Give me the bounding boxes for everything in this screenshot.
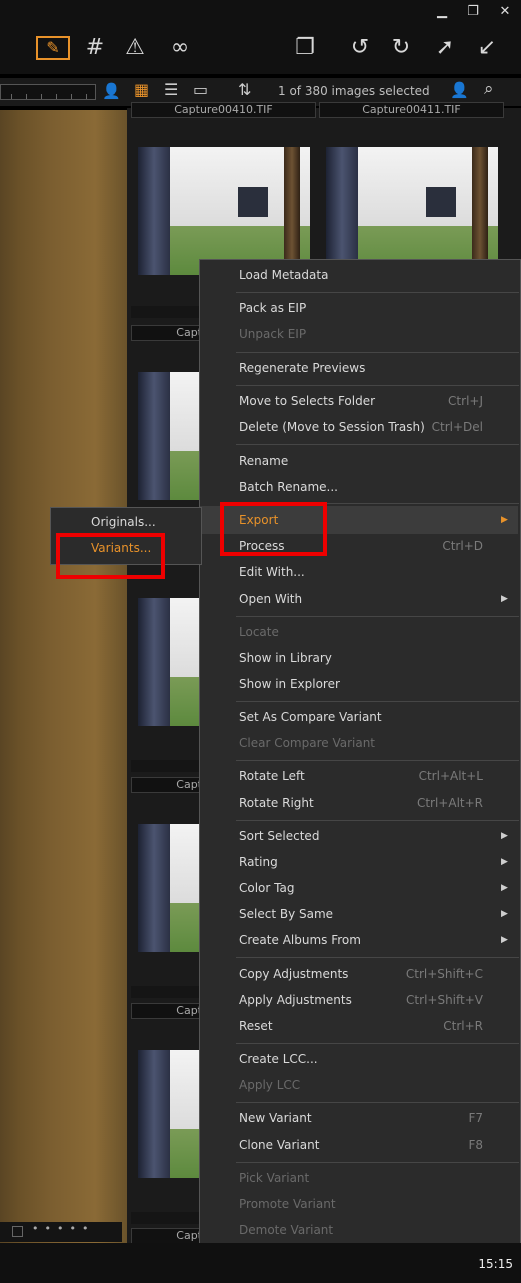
thumbnail-caption: Capture00411.TIF: [319, 102, 504, 118]
menu-item-move-selects[interactable]: Move to Selects Folder: [239, 394, 375, 408]
image-viewer[interactable]: [0, 110, 127, 1243]
menu-item-clone-variant[interactable]: Clone Variant: [239, 1138, 319, 1152]
menu-item-batch-rename[interactable]: Batch Rename...: [239, 480, 338, 494]
thumbnail-rating-bar: [131, 1212, 201, 1224]
menu-item-load-metadata[interactable]: Load Metadata: [239, 268, 328, 282]
thumbnail-rating-bar: [131, 306, 201, 318]
menu-item-rename[interactable]: Rename: [239, 454, 288, 468]
menu-item-select-by-same[interactable]: Select By Same: [239, 907, 333, 921]
zoom-slider[interactable]: [0, 84, 96, 100]
menu-item-apply-lcc: Apply LCC: [239, 1078, 301, 1092]
shortcut-reset: Ctrl+R: [443, 1019, 483, 1033]
menu-item-show-explorer[interactable]: Show in Explorer: [239, 677, 340, 691]
thumbnail-image[interactable]: [138, 598, 200, 726]
submenu-item-originals[interactable]: Originals...: [91, 515, 156, 529]
warning-icon[interactable]: ⚠: [120, 34, 150, 62]
thumbnail-image[interactable]: [138, 372, 200, 500]
collapse-icon[interactable]: ↙: [472, 34, 502, 62]
thumbnail-image[interactable]: [138, 824, 200, 952]
menu-item-unpack-eip: Unpack EIP: [239, 327, 307, 341]
viewer-rating-bar: •••••: [0, 1222, 122, 1242]
minimize-icon[interactable]: ▁: [432, 2, 452, 22]
shortcut-copy-adjustments: Ctrl+Shift+C: [405, 967, 483, 981]
close-icon[interactable]: ✕: [495, 2, 515, 22]
menu-item-show-library[interactable]: Show in Library: [239, 651, 332, 665]
variants-highlight-box: [56, 533, 165, 579]
glasses-icon[interactable]: ∞: [160, 34, 200, 62]
shortcut-rotate-right: Ctrl+Alt+R: [416, 796, 483, 810]
menu-item-open-with[interactable]: Open With: [239, 592, 302, 606]
export-highlight-box: [220, 502, 327, 556]
selection-count: 1 of 380 images selected: [278, 84, 430, 98]
taskbar-clock: 15:15: [478, 1257, 513, 1271]
thumbnail-image[interactable]: [326, 147, 498, 275]
thumbnail-caption: Capt: [131, 777, 203, 793]
edit-pencil-icon[interactable]: ✎: [36, 36, 70, 60]
menu-item-edit-with[interactable]: Edit With...: [239, 565, 305, 579]
shortcut-apply-adjustments: Ctrl+Shift+V: [406, 993, 483, 1007]
grid-view-icon[interactable]: ▦: [134, 80, 149, 99]
menu-item-pack-eip[interactable]: Pack as EIP: [239, 301, 306, 315]
menu-item-regenerate-previews[interactable]: Regenerate Previews: [239, 361, 365, 375]
sort-icon[interactable]: ⇅: [238, 80, 251, 99]
submenu-arrow-icon: ▶: [501, 594, 508, 604]
shortcut-clone-variant: F8: [468, 1138, 483, 1152]
menu-item-rotate-left[interactable]: Rotate Left: [239, 769, 305, 783]
expand-icon[interactable]: ➚: [430, 34, 460, 62]
submenu-arrow-icon: ▶: [501, 515, 508, 525]
menu-item-delete[interactable]: Delete (Move to Session Trash): [239, 420, 425, 434]
select-checkbox[interactable]: [12, 1226, 23, 1237]
submenu-arrow-icon: ▶: [501, 909, 508, 919]
thumbnail-caption: Capt: [131, 1228, 203, 1244]
filmstrip-view-icon[interactable]: ▭: [193, 80, 208, 99]
menu-item-clear-compare: Clear Compare Variant: [239, 736, 376, 750]
submenu-arrow-icon: ▶: [501, 935, 508, 945]
taskbar: [0, 1243, 521, 1283]
menu-item-create-albums[interactable]: Create Albums From: [239, 933, 361, 947]
thumbnail-rating-bar: [131, 760, 201, 772]
shortcut-process: Ctrl+D: [442, 539, 483, 553]
thumbnail-image[interactable]: [138, 1050, 200, 1178]
menu-item-rotate-right[interactable]: Rotate Right: [239, 796, 314, 810]
rotate-left-icon[interactable]: ↺: [345, 34, 375, 62]
menu-item-create-lcc[interactable]: Create LCC...: [239, 1052, 318, 1066]
menu-item-demote-variant: Demote Variant: [239, 1223, 334, 1237]
submenu-arrow-icon: ▶: [501, 857, 508, 867]
submenu-arrow-icon: ▶: [501, 831, 508, 841]
submenu-arrow-icon: ▶: [501, 883, 508, 893]
rotate-right-icon[interactable]: ↻: [386, 34, 416, 62]
menu-item-copy-adjustments[interactable]: Copy Adjustments: [239, 967, 348, 981]
user-filter-icon[interactable]: 👤: [450, 81, 469, 99]
thumbnail-caption: Capture00410.TIF: [131, 102, 316, 118]
thumbnail-caption: Capt: [131, 325, 203, 341]
menu-item-new-variant[interactable]: New Variant: [239, 1111, 312, 1125]
rating-dots[interactable]: •••••: [32, 1222, 94, 1235]
list-view-icon[interactable]: ☰: [164, 80, 178, 99]
shortcut-delete: Ctrl+Del: [431, 420, 483, 434]
user-icon[interactable]: 👤: [102, 82, 121, 100]
menu-item-sort-selected[interactable]: Sort Selected: [239, 829, 319, 843]
thumbnail-rating-bar: [131, 986, 201, 998]
thumbnail-caption: Capt: [131, 1003, 203, 1019]
stack-icon[interactable]: ❐: [290, 34, 320, 62]
shortcut-rotate-left: Ctrl+Alt+L: [418, 769, 483, 783]
shortcut-move-selects: Ctrl+J: [448, 394, 483, 408]
menu-item-set-compare[interactable]: Set As Compare Variant: [239, 710, 382, 724]
grid-icon[interactable]: #: [80, 34, 110, 62]
menu-item-apply-adjustments[interactable]: Apply Adjustments: [239, 993, 352, 1007]
menu-item-rating[interactable]: Rating: [239, 855, 278, 869]
menu-item-locate: Locate: [239, 625, 279, 639]
menu-item-reset[interactable]: Reset: [239, 1019, 273, 1033]
search-icon[interactable]: ⌕: [484, 79, 494, 99]
thumbnail-image[interactable]: [138, 147, 310, 275]
menu-item-color-tag[interactable]: Color Tag: [239, 881, 294, 895]
menu-item-promote-variant: Promote Variant: [239, 1197, 336, 1211]
menu-item-pick-variant: Pick Variant: [239, 1171, 310, 1185]
restore-icon[interactable]: ❐: [463, 2, 483, 22]
shortcut-new-variant: F7: [468, 1111, 483, 1125]
